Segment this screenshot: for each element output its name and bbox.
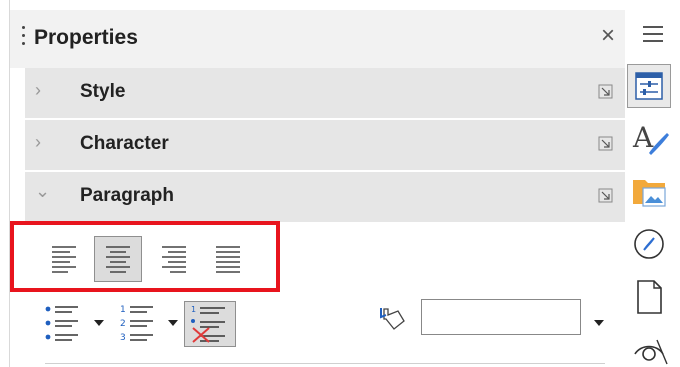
more-options-icon[interactable] [598, 136, 613, 151]
unordered-list-icon [45, 306, 78, 341]
tab-page[interactable] [627, 275, 671, 319]
more-options-icon[interactable] [598, 84, 613, 99]
alignment-highlight-box [10, 221, 280, 292]
background-color-field[interactable] [421, 299, 581, 335]
section-label: Paragraph [80, 185, 174, 206]
background-color-dropdown-arrow[interactable] [594, 320, 604, 326]
unordered-list-button[interactable] [40, 301, 90, 347]
svg-text:2: 2 [120, 319, 126, 329]
tab-styles[interactable]: A [627, 117, 671, 161]
chevron-right-icon: › [35, 132, 41, 152]
close-button[interactable]: × [596, 24, 620, 48]
section-label: Character [80, 133, 169, 154]
ordered-list-button[interactable]: 1 2 3 [116, 301, 166, 347]
tab-gallery[interactable] [627, 170, 671, 214]
svg-text:A: A [632, 121, 654, 154]
no-list-button[interactable]: 1 [184, 301, 236, 347]
ordered-list-icon: 1 2 3 [120, 305, 153, 343]
svg-text:3: 3 [120, 333, 126, 343]
unordered-list-dropdown-arrow[interactable] [94, 320, 104, 326]
paint-bucket-icon[interactable] [378, 305, 408, 333]
chevron-right-icon: › [35, 80, 41, 100]
tab-inspector[interactable] [627, 330, 671, 367]
panel-title: Properties [34, 26, 138, 49]
gallery-icon [633, 180, 666, 207]
more-options-icon[interactable] [598, 188, 613, 203]
divider [45, 363, 605, 364]
section-style[interactable]: › Style [25, 68, 625, 118]
properties-icon [635, 72, 663, 100]
section-paragraph[interactable]: ⌄ Paragraph [25, 172, 625, 222]
tab-navigator[interactable] [627, 222, 671, 266]
sidebar-menu-icon[interactable] [643, 26, 663, 44]
inspector-icon [634, 339, 668, 365]
page-icon [637, 280, 662, 314]
section-label: Style [80, 81, 126, 102]
svg-text:1: 1 [120, 305, 126, 315]
section-character[interactable]: › Character [25, 120, 625, 170]
chevron-down-icon: ⌄ [35, 181, 51, 201]
tab-properties[interactable] [627, 64, 671, 108]
no-list-icon: 1 [191, 305, 225, 343]
navigator-icon [634, 229, 664, 259]
ordered-list-dropdown-arrow[interactable] [168, 320, 178, 326]
drag-grip-icon[interactable] [22, 26, 26, 52]
styles-icon: A [632, 121, 669, 155]
svg-text:1: 1 [191, 305, 196, 314]
